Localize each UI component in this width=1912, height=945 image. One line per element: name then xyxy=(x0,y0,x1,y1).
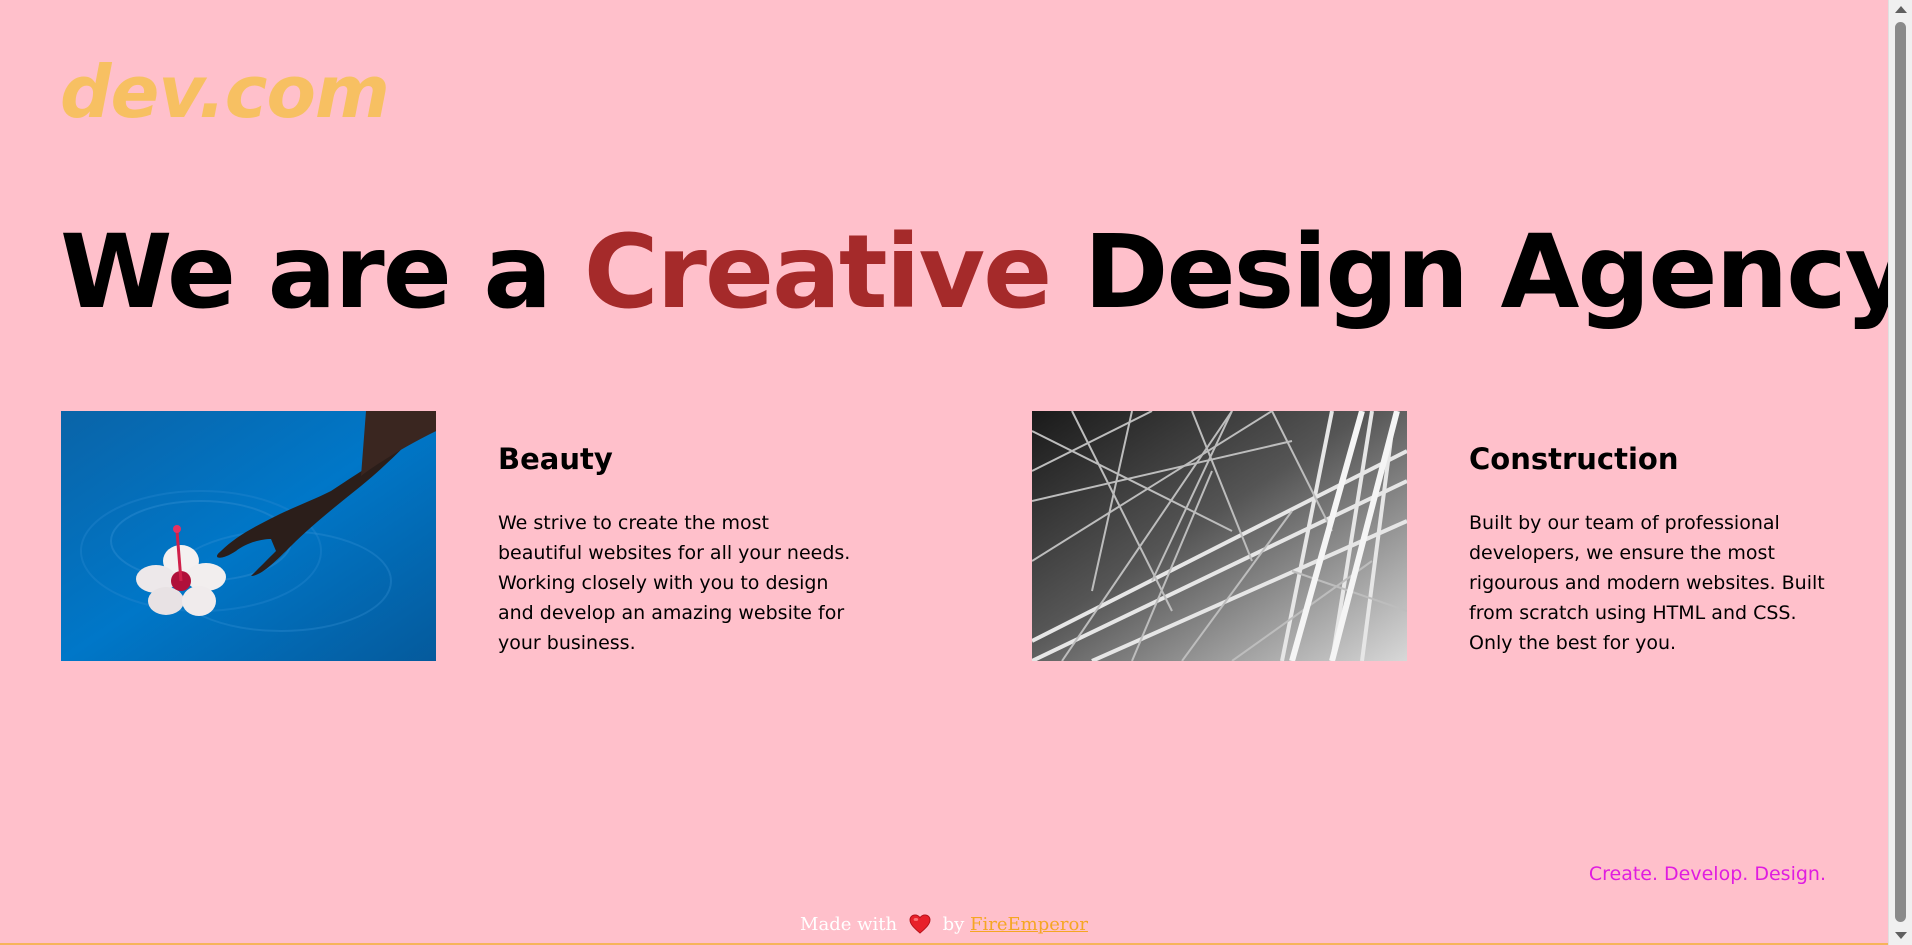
beauty-description: We strive to create the most beautiful w… xyxy=(498,512,851,654)
hero-heading: We are a Creative Design Agency xyxy=(60,208,1911,338)
author-link[interactable]: FireEmperor xyxy=(970,914,1088,935)
footer-made-with: Made with xyxy=(800,914,898,935)
beauty-title: Beauty xyxy=(498,442,613,476)
footer: Made with by FireEmperor xyxy=(0,912,1888,938)
scroll-down-arrow-icon[interactable] xyxy=(1895,932,1907,939)
page: dev.com We are a Creative Design Agency xyxy=(0,0,1911,945)
scroll-up-arrow-icon[interactable] xyxy=(1895,6,1907,13)
hero-accent-word: Creative xyxy=(583,213,1053,332)
construction-image xyxy=(1032,411,1407,661)
tagline: Create. Develop. Design. xyxy=(1588,863,1826,885)
hero-prefix: We are a xyxy=(60,213,584,332)
site-logo[interactable]: dev.com xyxy=(60,42,390,142)
footer-by: by xyxy=(942,914,965,935)
scroll-thumb[interactable] xyxy=(1895,22,1906,922)
vertical-scrollbar[interactable] xyxy=(1888,0,1912,945)
construction-title: Construction xyxy=(1469,442,1679,476)
construction-description: Built by our team of professional develo… xyxy=(1469,512,1825,654)
beauty-image xyxy=(61,411,436,661)
hero-suffix: Design Agency xyxy=(1050,213,1911,332)
heart-icon xyxy=(909,914,931,934)
